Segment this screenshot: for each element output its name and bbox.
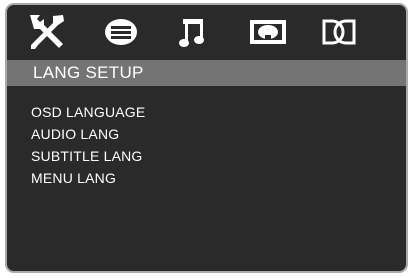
- language-icon: [105, 19, 137, 45]
- setup-tab-bar: [7, 5, 406, 59]
- wrench-screwdriver-icon: [30, 15, 64, 49]
- music-note-icon: [179, 19, 204, 47]
- menu-item-menu-lang[interactable]: MENU LANG: [31, 167, 145, 189]
- dolby-icon: [322, 19, 356, 45]
- section-header-bar: LANG SETUP: [7, 60, 406, 86]
- page-title: LANG SETUP: [33, 63, 144, 82]
- tab-general-setup[interactable]: [25, 5, 67, 59]
- tab-video-setup[interactable]: [245, 5, 291, 59]
- menu-item-subtitle-lang[interactable]: SUBTITLE LANG: [31, 145, 145, 167]
- tab-speaker-setup[interactable]: [317, 5, 361, 59]
- tab-audio-setup[interactable]: [172, 5, 214, 59]
- tab-language-setup[interactable]: [100, 5, 142, 59]
- video-screen-icon: [250, 20, 286, 44]
- menu-item-osd-language[interactable]: OSD LANGUAGE: [31, 101, 145, 123]
- menu-item-audio-lang[interactable]: AUDIO LANG: [31, 123, 145, 145]
- setup-menu-window: LANG SETUP OSD LANGUAGE AUDIO LANG SUBTI…: [5, 3, 408, 273]
- language-options-list: OSD LANGUAGE AUDIO LANG SUBTITLE LANG ME…: [31, 101, 145, 189]
